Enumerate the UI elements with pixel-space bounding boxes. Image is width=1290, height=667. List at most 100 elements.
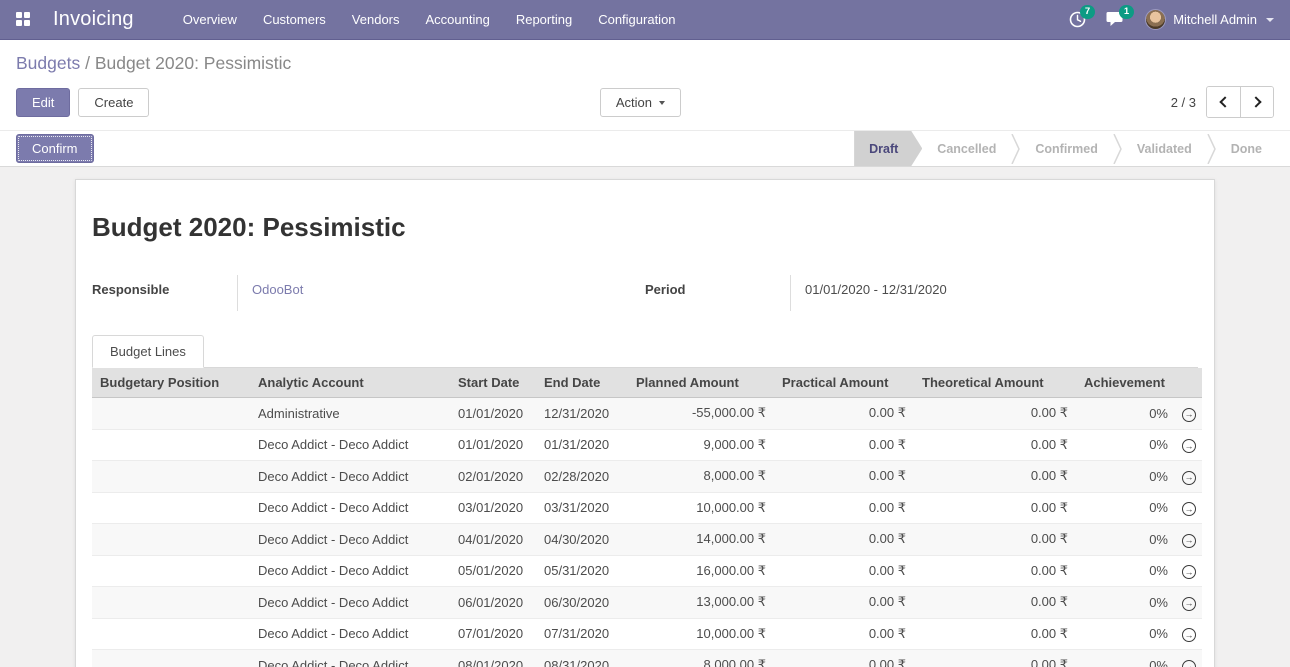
table-row[interactable]: Deco Addict - Deco Addict08/01/202008/31… (92, 650, 1202, 667)
cell-budgetary-position (92, 461, 250, 493)
status-step-draft[interactable]: Draft (854, 131, 922, 166)
internal-link-icon[interactable]: → (1182, 471, 1196, 485)
cell-achievement: 0% (1076, 461, 1176, 493)
period-value: 01/01/2020 - 12/31/2020 (790, 275, 1198, 311)
internal-link-icon[interactable]: → (1182, 439, 1196, 453)
cell-practical: 0.00 ₹ (774, 461, 914, 493)
cell-budgetary-position (92, 587, 250, 619)
cell-planned: 10,000.00 ₹ (628, 492, 774, 524)
navbar-right: 7 1 Mitchell Admin (1069, 9, 1274, 30)
top-navbar: Invoicing OverviewCustomersVendorsAccoun… (0, 0, 1290, 40)
pager-count[interactable]: 2 / 3 (1171, 95, 1196, 110)
internal-link-icon[interactable]: → (1182, 660, 1196, 667)
table-row[interactable]: Deco Addict - Deco Addict03/01/202003/31… (92, 492, 1202, 524)
nav-item-accounting[interactable]: Accounting (413, 0, 503, 39)
cell-analytic-account: Deco Addict - Deco Addict (250, 524, 450, 556)
cell-planned: 8,000.00 ₹ (628, 461, 774, 493)
cell-budgetary-position (92, 555, 250, 587)
table-row[interactable]: Deco Addict - Deco Addict04/01/202004/30… (92, 524, 1202, 556)
app-brand[interactable]: Invoicing (53, 8, 134, 31)
edit-button[interactable]: Edit (16, 88, 70, 117)
cell-achievement: 0% (1076, 398, 1176, 430)
pager-next-button[interactable] (1240, 87, 1273, 117)
internal-link-icon[interactable]: → (1182, 502, 1196, 516)
internal-link-icon[interactable]: → (1182, 534, 1196, 548)
internal-link-icon[interactable]: → (1182, 628, 1196, 642)
activities-button[interactable]: 7 (1069, 11, 1086, 28)
status-step-confirmed[interactable]: Confirmed (1020, 131, 1113, 166)
cell-end-date: 08/31/2020 (536, 650, 628, 667)
budget-lines-table: Budgetary PositionAnalytic AccountStart … (92, 368, 1202, 667)
cell-planned: -55,000.00 ₹ (628, 398, 774, 430)
cell-achievement: 0% (1076, 587, 1176, 619)
table-row[interactable]: Deco Addict - Deco Addict07/01/202007/31… (92, 618, 1202, 650)
user-menu[interactable]: Mitchell Admin (1145, 9, 1274, 30)
column-header-analytic-account[interactable]: Analytic Account (250, 368, 450, 398)
column-header-start-date[interactable]: Start Date (450, 368, 536, 398)
cell-start-date: 02/01/2020 (450, 461, 536, 493)
cell-achievement: 0% (1076, 555, 1176, 587)
breadcrumb: Budgets / Budget 2020: Pessimistic (0, 40, 1290, 78)
nav-item-vendors[interactable]: Vendors (339, 0, 413, 39)
internal-link-icon[interactable]: → (1182, 565, 1196, 579)
table-row[interactable]: Deco Addict - Deco Addict01/01/202001/31… (92, 429, 1202, 461)
nav-item-customers[interactable]: Customers (250, 0, 339, 39)
cell-achievement: 0% (1076, 650, 1176, 667)
status-step-validated[interactable]: Validated (1122, 131, 1207, 166)
breadcrumb-separator: / (80, 53, 95, 73)
cell-start-date: 04/01/2020 (450, 524, 536, 556)
internal-link-icon[interactable]: → (1182, 408, 1196, 422)
column-header-achievement[interactable]: Achievement (1076, 368, 1176, 398)
action-dropdown-button[interactable]: Action (600, 88, 681, 117)
cell-achievement: 0% (1076, 524, 1176, 556)
caret-down-icon (659, 101, 665, 105)
cell-start-date: 01/01/2020 (450, 429, 536, 461)
user-avatar (1145, 9, 1166, 30)
status-step-cancelled[interactable]: Cancelled (922, 131, 1011, 166)
table-row[interactable]: Deco Addict - Deco Addict02/01/202002/28… (92, 461, 1202, 493)
column-header-end-date[interactable]: End Date (536, 368, 628, 398)
column-header-budgetary-position[interactable]: Budgetary Position (92, 368, 250, 398)
cell-budgetary-position (92, 398, 250, 430)
cell-internal-link: → (1176, 524, 1202, 556)
confirm-button[interactable]: Confirm (16, 134, 94, 163)
cell-theoretical: 0.00 ₹ (914, 429, 1076, 461)
create-button[interactable]: Create (78, 88, 149, 117)
cell-analytic-account: Administrative (250, 398, 450, 430)
column-header-planned-amount[interactable]: Planned Amount (628, 368, 774, 398)
responsible-value-link[interactable]: OdooBot (252, 282, 303, 297)
cell-analytic-account: Deco Addict - Deco Addict (250, 555, 450, 587)
breadcrumb-current: Budget 2020: Pessimistic (95, 53, 292, 73)
nav-item-configuration[interactable]: Configuration (585, 0, 688, 39)
column-header-practical-amount[interactable]: Practical Amount (774, 368, 914, 398)
cell-budgetary-position (92, 429, 250, 461)
tab-budget-lines[interactable]: Budget Lines (92, 335, 204, 368)
nav-item-overview[interactable]: Overview (170, 0, 250, 39)
table-row[interactable]: Administrative01/01/202012/31/2020-55,00… (92, 398, 1202, 430)
cell-end-date: 05/31/2020 (536, 555, 628, 587)
messages-button[interactable]: 1 (1106, 11, 1125, 28)
step-separator-icon (1113, 134, 1122, 164)
cell-theoretical: 0.00 ₹ (914, 461, 1076, 493)
table-row[interactable]: Deco Addict - Deco Addict06/01/202006/30… (92, 587, 1202, 619)
cell-practical: 0.00 ₹ (774, 587, 914, 619)
status-step-done[interactable]: Done (1216, 131, 1277, 166)
nav-item-reporting[interactable]: Reporting (503, 0, 585, 39)
apps-menu-icon[interactable] (16, 12, 31, 27)
cell-planned: 8,000.00 ₹ (628, 650, 774, 667)
cell-planned: 9,000.00 ₹ (628, 429, 774, 461)
activity-count-badge: 7 (1080, 5, 1095, 19)
cell-theoretical: 0.00 ₹ (914, 524, 1076, 556)
breadcrumb-budgets-link[interactable]: Budgets (16, 53, 80, 73)
column-header-theoretical-amount[interactable]: Theoretical Amount (914, 368, 1076, 398)
cell-end-date: 04/30/2020 (536, 524, 628, 556)
internal-link-icon[interactable]: → (1182, 597, 1196, 611)
table-row[interactable]: Deco Addict - Deco Addict05/01/202005/31… (92, 555, 1202, 587)
cell-internal-link: → (1176, 492, 1202, 524)
cell-internal-link: → (1176, 618, 1202, 650)
cell-theoretical: 0.00 ₹ (914, 650, 1076, 667)
pager-previous-button[interactable] (1207, 87, 1240, 117)
cell-internal-link: → (1176, 398, 1202, 430)
user-name: Mitchell Admin (1173, 12, 1257, 27)
column-header-link (1176, 368, 1202, 398)
